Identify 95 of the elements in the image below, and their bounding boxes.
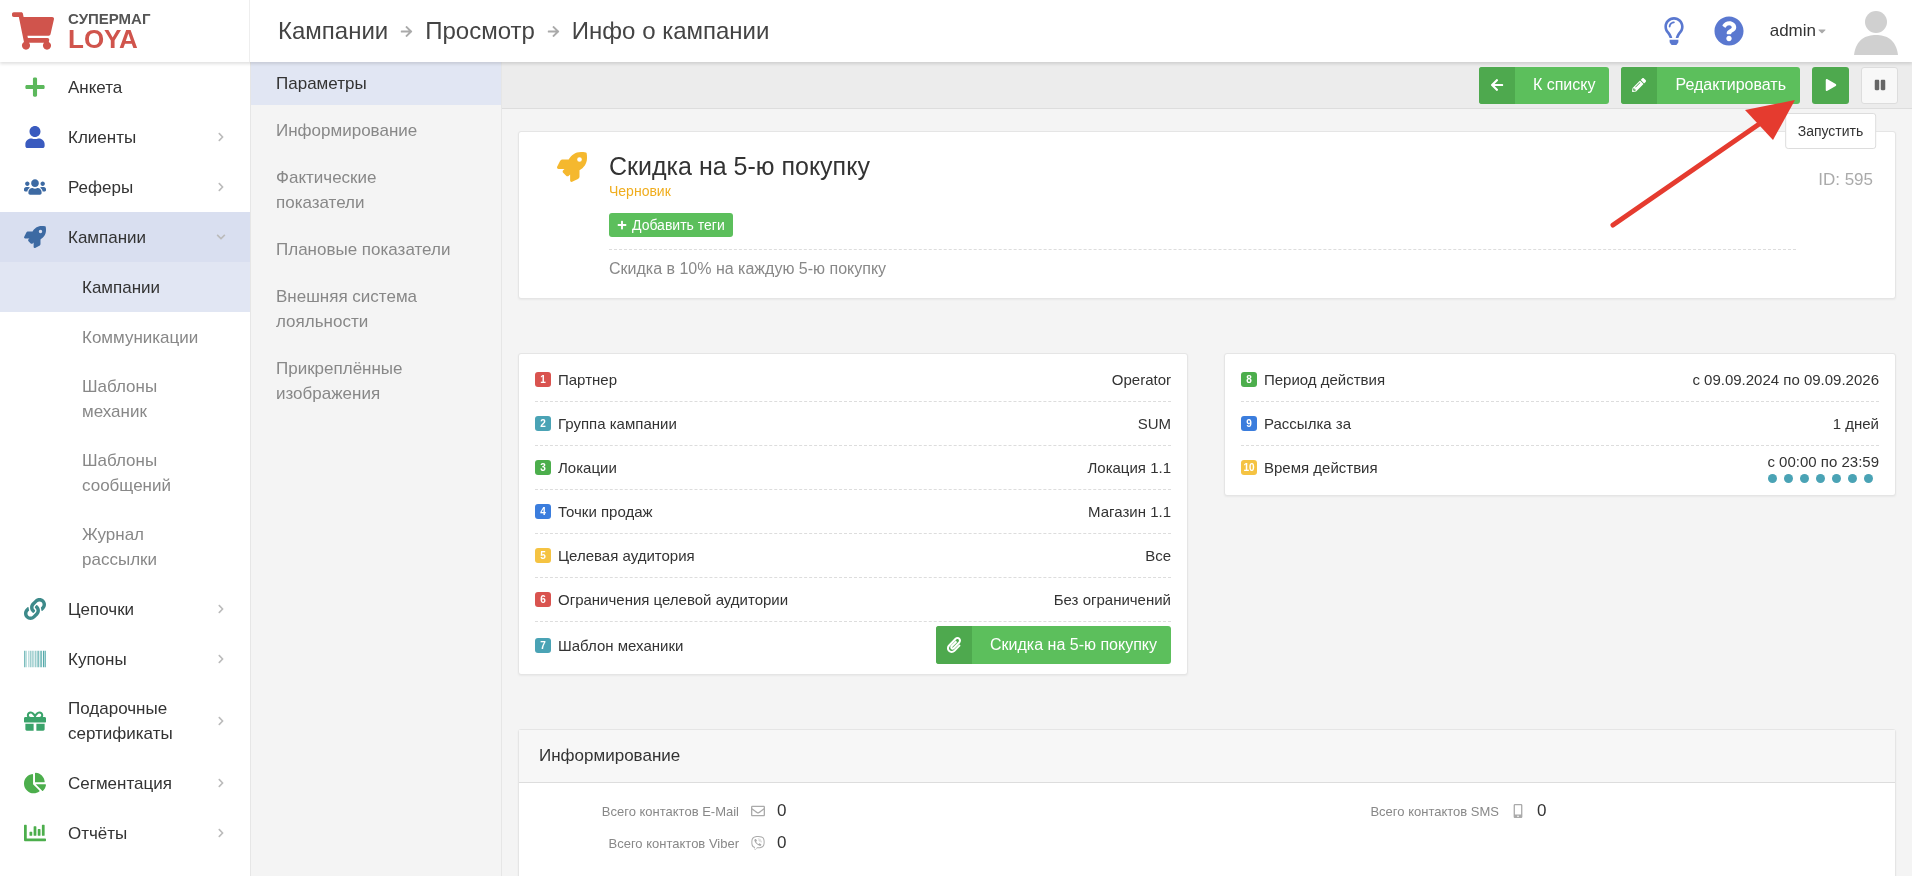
stat-value: 0 (777, 833, 788, 853)
chevron-right-icon (216, 716, 226, 726)
viber-icon (751, 836, 765, 850)
param-label: Партнер (558, 371, 617, 388)
number-badge: 8 (1241, 372, 1257, 387)
sidebar-item[interactable]: Реферы (0, 162, 250, 212)
mail-icon (751, 804, 765, 818)
number-badge: 5 (535, 548, 551, 563)
chevron-right-icon (216, 828, 226, 838)
sidebar-subitem[interactable]: Шаблоны механик (0, 362, 250, 436)
sidebar-item[interactable]: Купоны (0, 634, 250, 684)
param-value: Локация 1.1 (1087, 459, 1171, 476)
chevron-down-icon (216, 232, 226, 242)
param-value: SUM (1137, 415, 1171, 432)
sidebar-item[interactable]: Отчёты (0, 808, 250, 858)
play-icon (1824, 79, 1837, 91)
chevron-right-icon (216, 654, 226, 664)
sidebar-item[interactable]: Сегментация (0, 758, 250, 808)
link-icon (24, 598, 46, 620)
param-label: Период действия (1264, 371, 1386, 388)
cart-logo-icon (12, 10, 54, 52)
param-label: Время действия (1264, 459, 1378, 476)
stat-label: Всего контактов SMS (1369, 803, 1499, 819)
param-value: с 09.09.2024 по 09.09.2026 (1692, 371, 1879, 388)
rocket-icon (24, 226, 46, 248)
arrow-right-icon (546, 24, 560, 38)
pie-chart-icon (24, 772, 46, 794)
play-button[interactable] (1812, 66, 1849, 104)
pause-button[interactable] (1861, 66, 1898, 104)
sidebar-subitem[interactable]: Кампании (0, 262, 250, 312)
stat-label: Всего контактов E-Mail (600, 803, 739, 819)
chevron-right-icon (216, 778, 226, 788)
arrow-right-icon (400, 24, 414, 38)
phone-icon (1511, 804, 1525, 818)
breadcrumb-item[interactable]: Просмотр (425, 17, 535, 45)
gift-icon (24, 710, 46, 732)
number-badge: 1 (535, 372, 551, 387)
breadcrumb-item[interactable]: Кампании (278, 17, 389, 45)
brand-product: LOYA (68, 25, 138, 52)
sidebar-subitem[interactable]: Шаблоны сообщений (0, 436, 250, 510)
number-badge: 6 (535, 592, 551, 607)
param-value: с 00:00 по 23:59 (1767, 452, 1879, 470)
sidebar-item[interactable]: Цепочки (0, 584, 250, 634)
param-label: Целевая аудитория (558, 547, 695, 564)
number-badge: 3 (535, 460, 551, 475)
number-badge: 4 (535, 504, 551, 519)
breadcrumb-item: Инфо о кампании (571, 17, 770, 45)
user-icon (24, 126, 46, 148)
sidebar-item[interactable]: Анкета (0, 62, 250, 112)
section-tab[interactable]: Параметры (251, 62, 501, 105)
param-value: Все (1145, 547, 1171, 564)
chevron-right-icon (216, 182, 226, 192)
campaign-description: Скидка в 10% на каждую 5-ю покупку (609, 249, 1797, 278)
tooltip: Запустить (1784, 112, 1877, 149)
param-label: Точки продаж (558, 503, 653, 520)
user-menu[interactable]: admin (1769, 21, 1828, 41)
stat-value: 0 (777, 801, 788, 821)
number-badge: 2 (535, 416, 551, 431)
bar-chart-icon (24, 822, 46, 844)
sidebar-item[interactable]: Подарочные сертификаты (0, 684, 250, 758)
param-value: 1 дней (1832, 415, 1879, 432)
pause-icon (1873, 79, 1886, 91)
param-label: Ограничения целевой аудитории (558, 591, 789, 608)
barcode-icon (24, 648, 46, 670)
sidebar-subitem[interactable]: Журнал рассылки (0, 510, 250, 584)
panel-title: Информирование (539, 746, 681, 765)
chevron-right-icon (216, 132, 226, 142)
paperclip-icon (946, 637, 963, 653)
param-value: Без ограничений (1053, 591, 1171, 608)
sidebar-item[interactable]: Клиенты (0, 112, 250, 162)
stat-label: Всего контактов Viber (607, 835, 739, 851)
campaign-status: Черновик (609, 183, 671, 199)
sidebar-subitem[interactable]: Коммуникации (0, 312, 250, 362)
sidebar-item[interactable]: Кампании (0, 212, 250, 262)
number-badge: 7 (535, 637, 551, 653)
users-icon (24, 176, 46, 198)
arrow-left-icon (1489, 78, 1504, 92)
help-icon[interactable] (1713, 16, 1744, 46)
plus-icon (617, 220, 627, 230)
campaign-id: ID: 595 (1818, 170, 1873, 191)
param-label: Локации (558, 459, 617, 476)
rocket-icon (557, 152, 587, 182)
param-label: Шаблон механики (558, 636, 684, 654)
stat-value: 0 (1537, 801, 1548, 821)
param-value: Operator (1111, 371, 1171, 388)
pencil-icon (1632, 78, 1647, 92)
number-badge: 9 (1241, 416, 1257, 431)
brand-name: СУПЕРМАГ (68, 10, 151, 26)
campaign-title: Скидка на 5-ю покупку (609, 152, 870, 181)
param-value: Магазин 1.1 (1088, 503, 1171, 520)
param-label: Рассылка за (1264, 415, 1351, 432)
number-badge: 10 (1241, 460, 1257, 475)
chevron-right-icon (216, 604, 226, 614)
plus-icon (24, 76, 46, 98)
param-label: Группа кампании (558, 415, 677, 432)
